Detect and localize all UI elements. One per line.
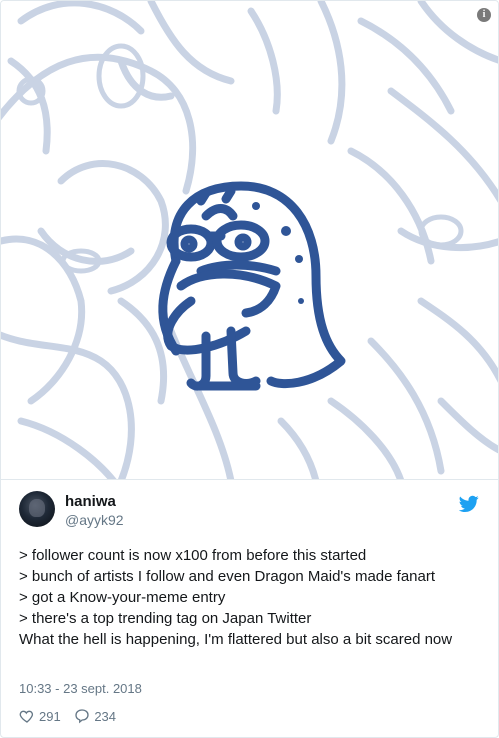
tweet-timestamp[interactable]: 10:33 - 23 sept. 2018 — [19, 681, 142, 696]
author-name[interactable]: haniwa — [65, 493, 116, 510]
sketch-illustration — [1, 1, 498, 479]
reply-action[interactable]: 234 — [74, 708, 116, 724]
avatar[interactable] — [19, 491, 55, 527]
tweet-line: > there's a top trending tag on Japan Tw… — [19, 610, 312, 627]
tweet-line: > bunch of artists I follow and even Dra… — [19, 568, 436, 585]
heart-icon[interactable] — [19, 708, 35, 724]
reply-icon[interactable] — [74, 708, 90, 724]
tweet-line: > follower count is now x100 from before… — [19, 547, 367, 564]
reply-count: 234 — [94, 708, 117, 724]
like-count: 291 — [39, 708, 61, 724]
tweet-image[interactable]: i — [1, 1, 498, 480]
like-action[interactable]: 291 — [19, 708, 61, 724]
author-handle[interactable]: @ayyk92 — [65, 512, 124, 528]
twitter-bird-icon[interactable] — [459, 495, 479, 513]
tweet-line: > got a Know-your-meme entry — [19, 589, 226, 606]
tweet-card: i haniwa @ayyk92 > follower count is now… — [0, 0, 499, 738]
tweet-actions: 291 234 — [19, 708, 126, 728]
info-icon[interactable]: i — [477, 8, 491, 22]
tweet-header: haniwa @ayyk92 — [19, 491, 481, 535]
tweet-text: > follower count is now x100 from before… — [19, 545, 481, 650]
tweet-line: What the hell is happening, I'm flattere… — [19, 631, 453, 648]
